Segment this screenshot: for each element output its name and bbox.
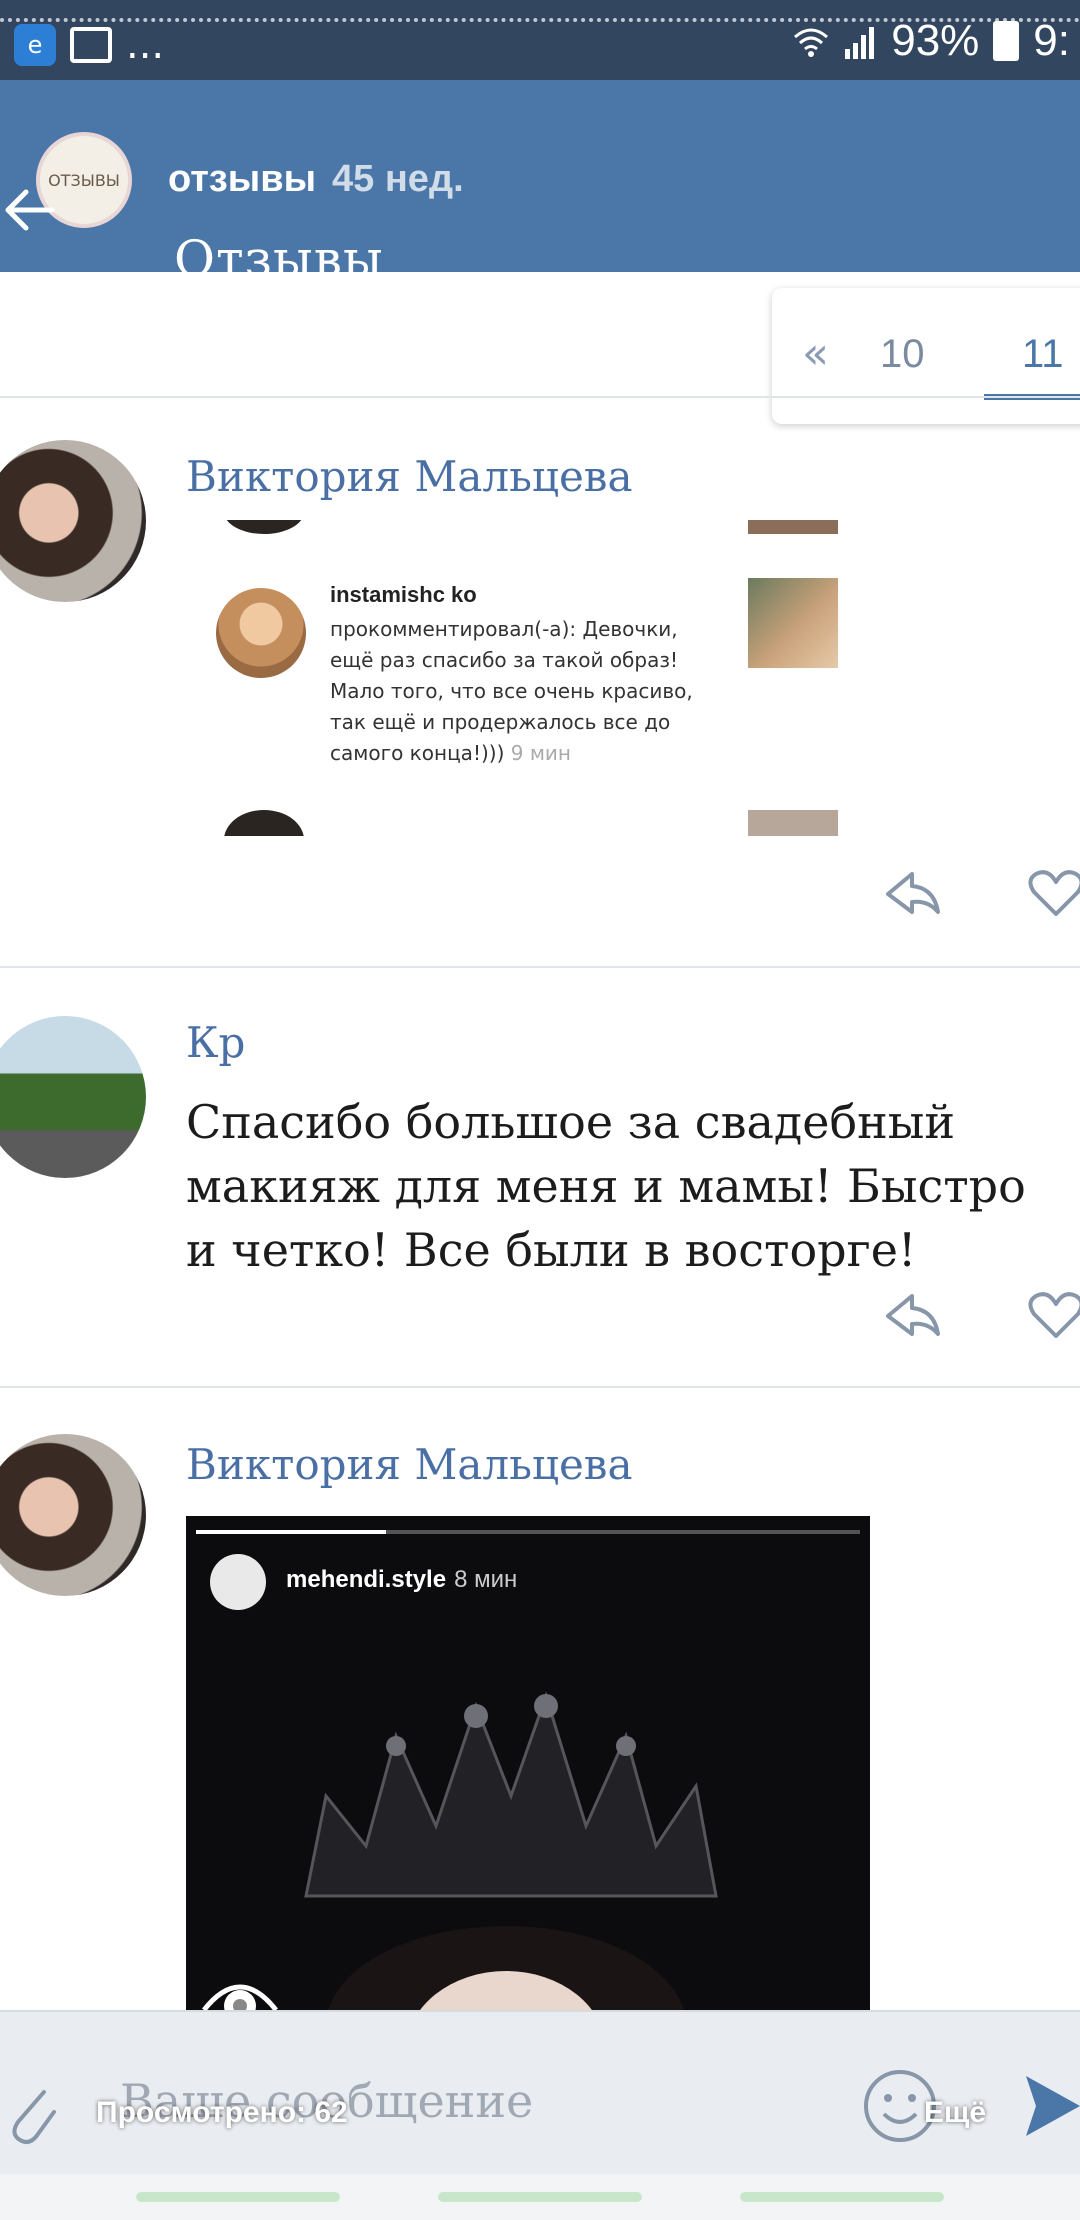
message-composer: Ваше сообщение Просмотрено: 62 Ещё <box>0 2010 1080 2174</box>
nav-pill <box>136 2192 340 2202</box>
system-nav-bar <box>0 2174 1080 2220</box>
status-left: e ... <box>14 22 164 68</box>
story-time-text: 8 мин <box>454 1566 518 1593</box>
story-title: отзывы 45 нед. <box>168 158 464 201</box>
browser-icon: e <box>14 24 56 66</box>
comment-thumbnail <box>748 810 838 836</box>
status-bar: e ... 93% 9: <box>0 0 1080 80</box>
commenter-avatar <box>216 588 306 678</box>
divider <box>0 1386 1080 1388</box>
nav-pill <box>740 2192 944 2202</box>
story-progress-fill <box>196 1530 386 1534</box>
more-button[interactable]: Ещё <box>924 2096 986 2130</box>
story-time: 45 нед. <box>332 158 464 200</box>
post-text: Спасибо большое за свадебный макияж для … <box>186 1095 1026 1277</box>
comment-time: 9 мин <box>510 741 571 765</box>
divider <box>0 396 1080 398</box>
story-username: mehendi.style 8 мин <box>286 1566 517 1594</box>
reply-icon[interactable] <box>882 868 942 918</box>
comment-text: прокомментировал(-а): Девочки, ещё раз с… <box>330 614 720 769</box>
pagination-first[interactable]: « <box>802 328 829 379</box>
back-arrow-icon[interactable] <box>0 180 60 240</box>
divider <box>0 966 1080 968</box>
nav-pill <box>438 2192 642 2202</box>
post-image[interactable]: mehendi.style 8 мин <box>186 1516 870 2010</box>
post-screenshot[interactable]: instamishc ko прокомментировал(-а): Дево… <box>186 520 846 836</box>
comment-thumbnail <box>748 520 838 534</box>
views-count: Просмотрено: 62 <box>96 2096 348 2129</box>
page-10[interactable]: 10 <box>880 332 925 377</box>
author-avatar[interactable] <box>0 1016 146 1178</box>
page-title: Отзывы <box>174 230 384 288</box>
reply-icon[interactable] <box>882 1290 942 1340</box>
post-author[interactable]: Виктория Мальцева <box>186 1440 633 1489</box>
image-icon <box>70 27 112 63</box>
author-avatar[interactable] <box>0 1434 146 1596</box>
commenter-username: instamishc ko <box>330 582 477 607</box>
heart-icon[interactable] <box>1026 868 1080 918</box>
comment-thumbnail <box>748 578 838 668</box>
post-author[interactable]: Виктория Мальцева <box>186 452 633 501</box>
comment-avatar <box>224 520 304 534</box>
battery-percent: 93% <box>891 16 980 65</box>
crown-image <box>304 1691 718 1898</box>
author-avatar[interactable] <box>0 440 146 602</box>
clock: 9: <box>1033 16 1070 65</box>
battery-icon <box>993 21 1020 61</box>
pagination: « 10 11 <box>772 288 1080 424</box>
comment-avatar <box>224 810 304 836</box>
signal-icon <box>845 27 875 59</box>
send-icon[interactable] <box>1022 2068 1080 2144</box>
story-username-text: mehendi.style <box>286 1566 447 1593</box>
status-right: 93% 9: <box>793 16 1070 66</box>
heart-icon[interactable] <box>1026 1290 1080 1340</box>
post-author[interactable]: Кр <box>186 1018 245 1067</box>
story-author-avatar <box>210 1554 266 1610</box>
notification-overflow: ... <box>126 22 165 68</box>
attach-icon[interactable] <box>4 2072 58 2146</box>
story-author: отзывы <box>168 158 317 200</box>
app-bar: ОТЗЫВЫ отзывы 45 нед. Отзывы <box>0 80 1080 288</box>
page-11-current[interactable]: 11 <box>1022 332 1064 377</box>
wifi-icon <box>794 28 829 57</box>
